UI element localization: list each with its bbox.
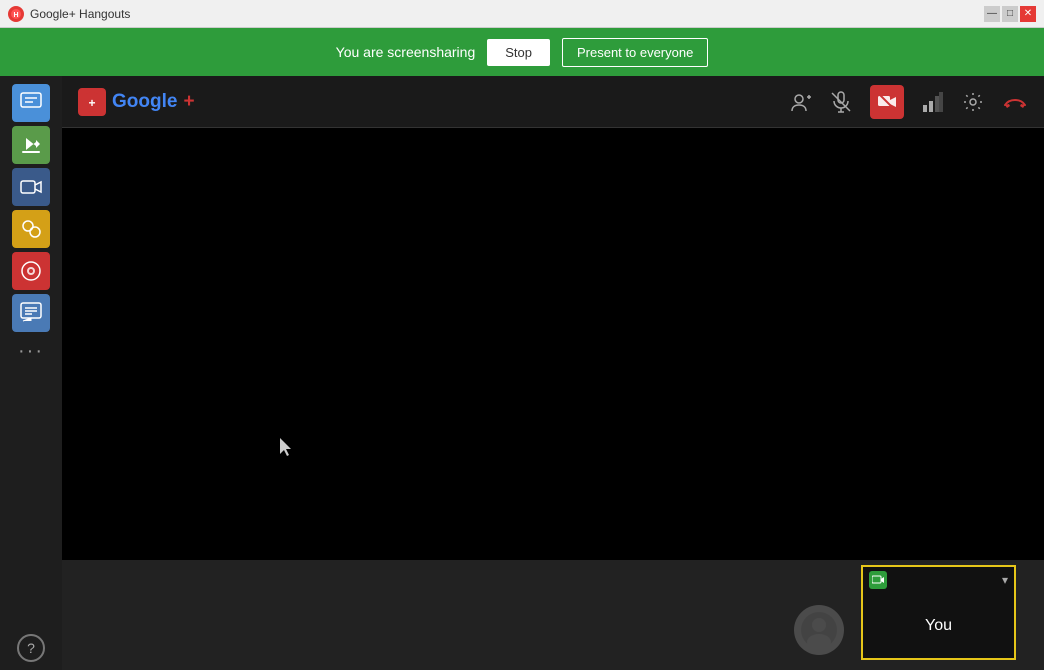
window-title: Google+ Hangouts	[30, 7, 130, 21]
cursor-indicator	[280, 438, 292, 456]
google-text: Google	[112, 91, 177, 113]
video-off-icon[interactable]	[870, 85, 904, 119]
settings-icon[interactable]	[962, 91, 984, 113]
plus-text: +	[183, 91, 194, 113]
screenshare-small-icon	[869, 571, 887, 589]
sidebar-item-chat[interactable]	[12, 84, 50, 122]
svg-text:H: H	[13, 12, 18, 19]
you-thumbnail: ▾ You	[861, 565, 1016, 660]
mute-microphone-icon[interactable]	[830, 91, 852, 113]
maximize-button[interactable]: □	[1002, 6, 1018, 22]
main-area: ··· ? + Google +	[0, 76, 1044, 670]
signal-strength-icon[interactable]	[922, 91, 944, 113]
you-label: You	[925, 617, 952, 635]
gplus-icon: +	[78, 88, 106, 116]
svg-text:+: +	[88, 96, 95, 110]
sidebar-item-effects[interactable]	[12, 210, 50, 248]
bottom-strip: ▾ You	[62, 560, 1044, 670]
title-bar: H Google+ Hangouts — □ ✕	[0, 0, 1044, 28]
minimize-button[interactable]: —	[984, 6, 1000, 22]
add-person-icon[interactable]	[790, 91, 812, 113]
content-area: + Google +	[62, 76, 1044, 670]
screenshare-banner: You are screensharing Stop Present to ev…	[0, 28, 1044, 76]
sidebar-item-chat2[interactable]	[12, 294, 50, 332]
sidebar-item-help[interactable]	[12, 252, 50, 290]
stop-button[interactable]: Stop	[487, 39, 550, 66]
top-controls-bar: + Google +	[62, 76, 1044, 128]
google-plus-logo: + Google +	[78, 88, 195, 116]
watermark-avatar	[794, 605, 854, 665]
controls-bar	[790, 85, 1028, 119]
thumbnail-dropdown-icon[interactable]: ▾	[1002, 573, 1008, 587]
screenshare-status-text: You are screensharing	[336, 44, 476, 60]
watermark-circle	[794, 605, 844, 655]
sidebar-help-button[interactable]: ?	[17, 634, 45, 662]
you-label-area: You	[863, 593, 1014, 658]
present-to-everyone-button[interactable]: Present to everyone	[562, 38, 708, 67]
close-button[interactable]: ✕	[1020, 6, 1036, 22]
video-area	[62, 128, 1044, 560]
sidebar: ··· ?	[0, 76, 62, 670]
sidebar-item-camera[interactable]	[12, 168, 50, 206]
hangup-icon[interactable]	[1002, 91, 1028, 113]
app-icon: H	[8, 6, 24, 22]
title-bar-controls: — □ ✕	[984, 6, 1036, 22]
sidebar-item-screenshare[interactable]	[12, 126, 50, 164]
sidebar-more-button[interactable]: ···	[18, 340, 44, 363]
you-thumbnail-header: ▾	[863, 567, 1014, 593]
title-bar-left: H Google+ Hangouts	[8, 6, 130, 22]
